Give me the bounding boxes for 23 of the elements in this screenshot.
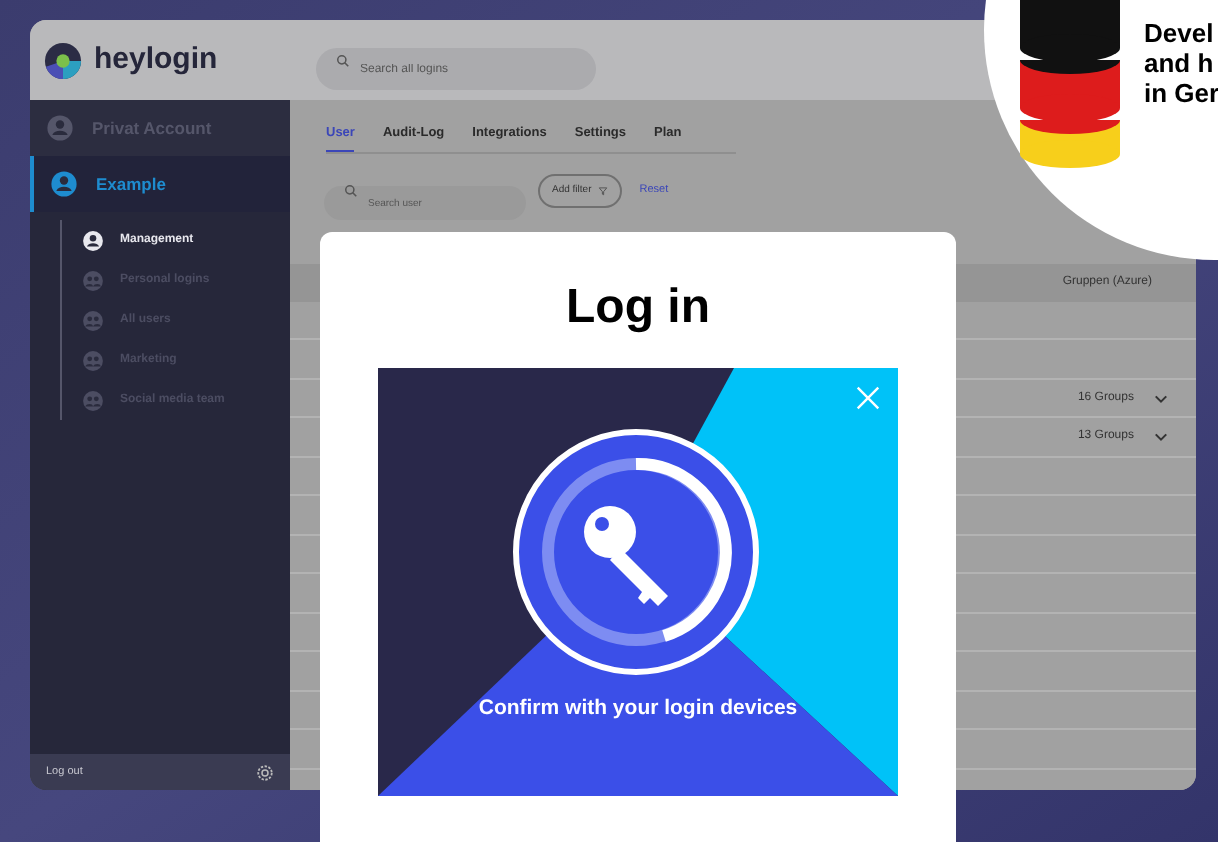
chevron-down-icon[interactable] xyxy=(1154,391,1168,405)
flag-database-icon xyxy=(1020,0,1120,170)
badge-text: Devel xyxy=(1144,18,1216,48)
group-icon xyxy=(82,389,104,411)
filter-icon xyxy=(597,185,608,196)
group-icon xyxy=(82,309,104,331)
badge-text: and h xyxy=(1144,48,1216,78)
dialog-title: Log in xyxy=(566,278,710,338)
group-icon xyxy=(82,269,104,291)
user-icon xyxy=(46,114,74,142)
chevron-down-icon[interactable] xyxy=(1154,430,1168,444)
dialog-message: Confirm with your login devices xyxy=(478,694,798,724)
user-icon xyxy=(82,229,104,251)
badge-text: in Ger xyxy=(1144,78,1218,108)
logo-icon xyxy=(44,41,82,79)
search-icon xyxy=(344,183,358,198)
group-icon xyxy=(82,349,104,371)
user-icon xyxy=(50,170,78,198)
search-icon xyxy=(336,53,350,67)
close-icon xyxy=(856,386,880,410)
account-item[interactable]: Example xyxy=(30,156,290,212)
settings-icon[interactable] xyxy=(256,763,274,781)
logo-text: heylogin xyxy=(94,39,218,80)
